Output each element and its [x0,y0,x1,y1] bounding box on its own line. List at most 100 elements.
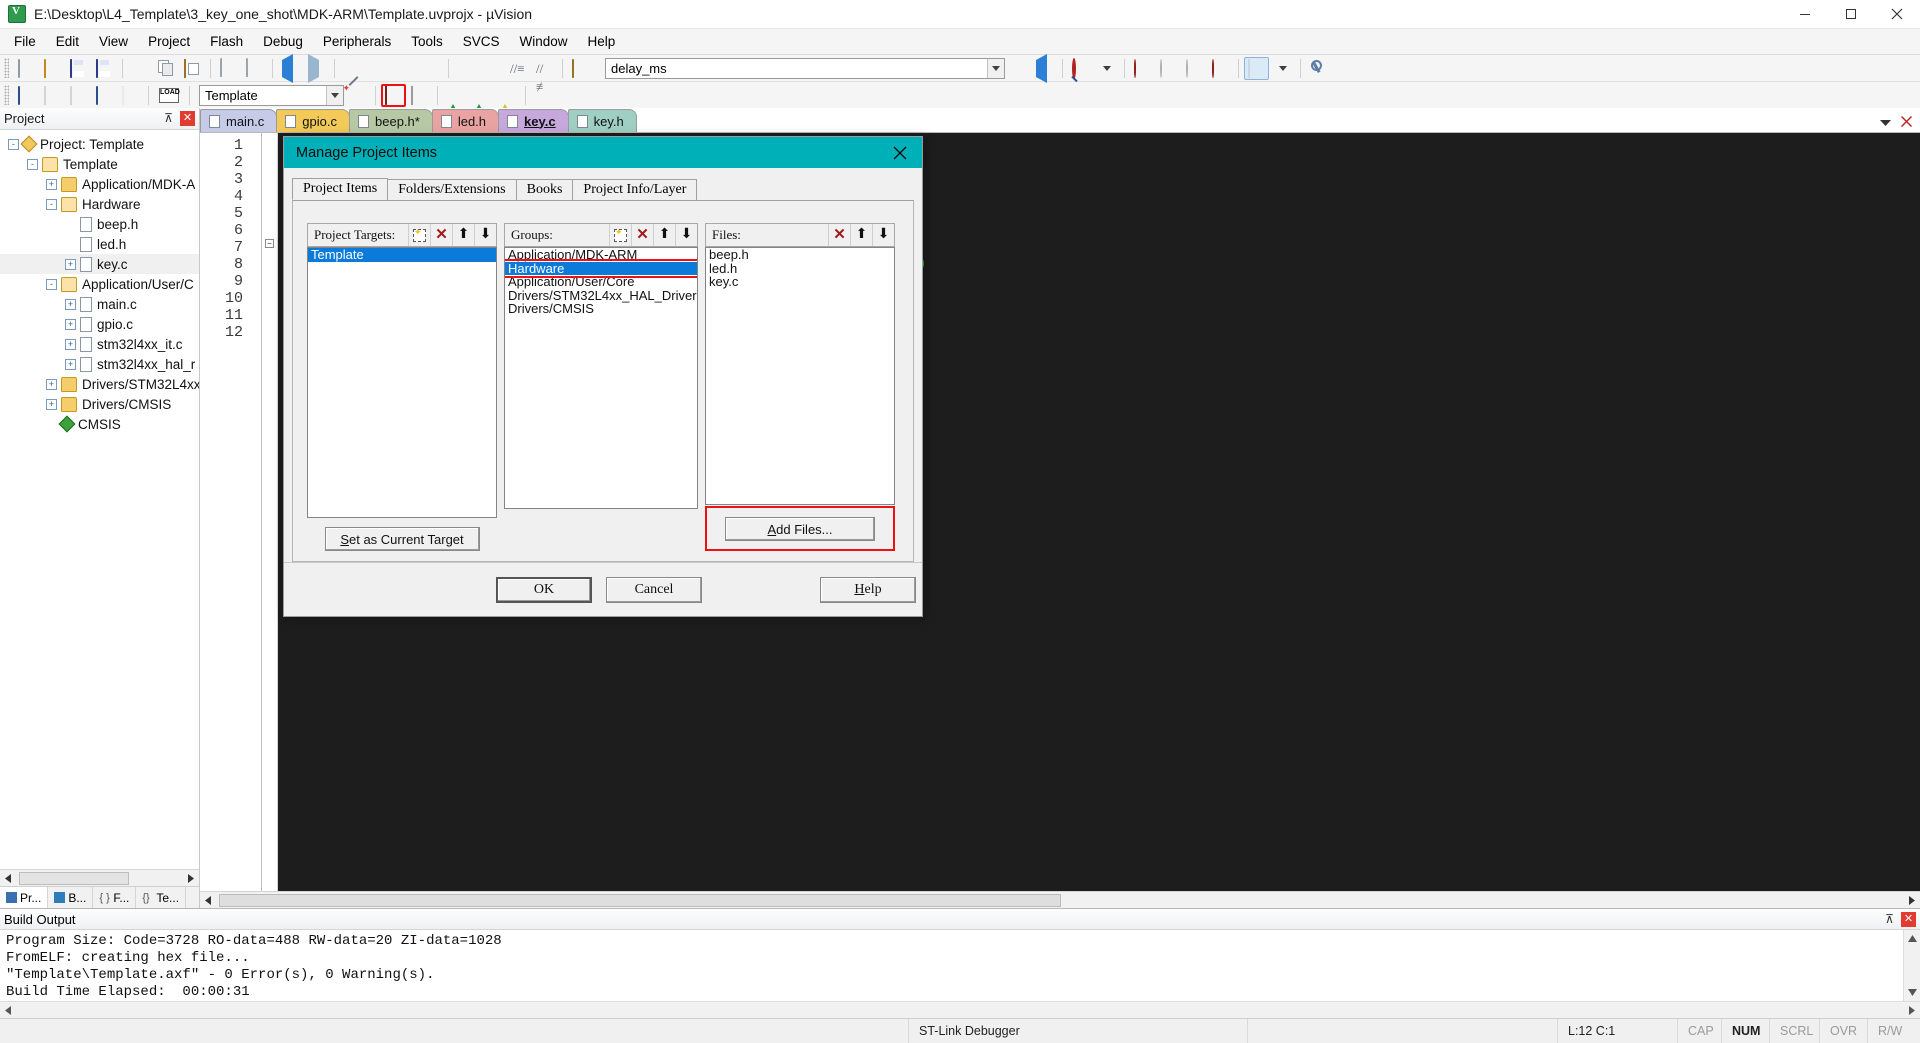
build-icon[interactable] [40,84,65,107]
configure-icon[interactable] [1006,57,1031,80]
new-item-icon[interactable] [609,224,631,246]
collapse-icon[interactable]: - [46,198,57,210]
scroll-right-icon[interactable] [1903,1002,1920,1019]
list-item[interactable]: Drivers/CMSIS [505,302,697,316]
disable-breakpoint-icon[interactable] [1182,57,1207,80]
batch-build-icon[interactable] [92,84,117,107]
editor-tab[interactable]: beep.h* [349,109,433,132]
delete-item-icon[interactable]: ✕ [430,224,452,246]
list-item[interactable]: Template [308,248,496,262]
menu-file[interactable]: File [4,31,46,52]
menu-svcs[interactable]: SVCS [453,31,510,52]
copy-icon[interactable] [154,57,179,80]
menu-window[interactable]: Window [509,31,577,52]
add-files-button[interactable]: Add Files... [725,517,875,541]
list-item[interactable]: Application/MDK-ARM [505,248,697,262]
menu-tools[interactable]: Tools [401,31,453,52]
redo-icon[interactable] [242,57,267,80]
tree-item[interactable]: + main.c [0,294,199,314]
fold-collapse-icon[interactable]: − [265,239,274,248]
uncomment-icon[interactable]: //≢ [532,57,557,93]
dialog-tab[interactable]: Books [515,179,574,200]
project-panel-tab[interactable]: B... [48,887,94,908]
tree-item[interactable]: + key.c [0,254,199,274]
editor-tab[interactable]: key.c [498,109,569,132]
tree-item[interactable]: + Drivers/CMSIS [0,394,199,414]
bookmark-prev-icon[interactable] [366,57,391,80]
tree-item[interactable]: + Application/MDK-A [0,174,199,194]
dialog-tab[interactable]: Project Info/Layer [572,179,698,200]
paste-icon[interactable] [180,57,205,80]
tree-item[interactable]: + Drivers/STM32L4xx_ [0,374,199,394]
ok-button[interactable]: OK [496,577,592,603]
find-dropdown-icon[interactable] [1094,57,1119,80]
translate-icon[interactable] [14,84,39,107]
indent-icon[interactable] [454,57,479,80]
new-item-icon[interactable] [408,224,430,246]
cancel-button[interactable]: Cancel [606,577,702,603]
save-icon[interactable] [66,57,91,80]
find-icon[interactable] [1068,57,1093,80]
tree-item[interactable]: + stm32l4xx_hal_r [0,354,199,374]
hscroll-thumb[interactable] [19,871,129,885]
close-button[interactable] [1874,0,1920,29]
new-file-icon[interactable] [14,57,39,80]
list-item[interactable]: key.c [706,275,894,289]
tree-item[interactable]: - Hardware [0,194,199,214]
expand-icon[interactable]: + [46,378,57,390]
tree-item[interactable]: - Application/User/C [0,274,199,294]
kill-breakpoints-icon[interactable] [1156,57,1181,80]
groups-list[interactable]: Application/MDK-ARM Hardware Application/U… [504,247,698,509]
close-icon[interactable] [878,137,922,168]
list-item[interactable]: led.h [706,261,894,276]
comment-icon[interactable]: //≡ [506,57,531,80]
close-icon[interactable]: ✕ [180,111,195,126]
window-layout-icon[interactable] [1244,56,1269,80]
stop-build-icon[interactable] [118,84,143,107]
expand-icon[interactable]: + [65,318,76,330]
menu-flash[interactable]: Flash [200,31,253,52]
save-all-icon[interactable] [92,57,117,80]
menu-help[interactable]: Help [578,31,626,52]
pin-icon[interactable]: ⊼ [161,111,176,126]
menu-edit[interactable]: Edit [46,31,89,52]
load-icon[interactable]: LOAD [154,84,184,107]
menu-project[interactable]: Project [138,31,200,52]
configure-tools-icon[interactable] [1306,57,1331,80]
help-button[interactable]: Help [820,577,916,603]
manage-project-items-icon[interactable] [381,83,406,107]
set-as-current-target-button[interactable]: Set as Current Target [324,527,480,551]
combo-dropdown-icon[interactable] [987,58,1004,78]
project-panel-tab[interactable]: Pr... [0,887,49,908]
move-down-icon[interactable]: ⬇ [872,224,894,246]
hscroll-thumb[interactable] [219,893,1061,907]
bookmark-toggle-icon[interactable] [340,57,365,80]
functions-icon[interactable] [469,84,494,115]
menu-debug[interactable]: Debug [253,31,313,52]
delete-item-icon[interactable]: ✕ [828,224,850,246]
toolbar-grip[interactable] [4,85,9,105]
build-output-vscrollbar[interactable] [1903,930,1920,1001]
expand-icon[interactable]: + [46,398,57,410]
move-up-icon[interactable]: ⬆ [452,224,474,246]
expand-icon[interactable]: + [65,338,76,350]
rebuild-icon[interactable] [66,84,91,107]
scroll-left-icon[interactable] [0,1002,17,1019]
collapse-icon[interactable]: - [27,158,38,170]
list-item[interactable]: beep.h [706,248,894,262]
target-select[interactable]: Template [199,84,344,106]
scroll-left-icon[interactable] [200,895,217,905]
navigate-forward-icon[interactable] [304,53,329,83]
bookmark-clear-icon[interactable] [418,57,443,80]
scroll-left-icon[interactable] [0,869,17,887]
expand-icon[interactable]: + [46,178,57,190]
cut-icon[interactable] [128,57,153,80]
editor-hscrollbar[interactable] [200,891,1920,908]
move-up-icon[interactable]: ⬆ [850,224,872,246]
download-icon[interactable] [1032,53,1057,83]
open-file-icon[interactable] [40,57,65,80]
templates-icon[interactable] [495,84,520,115]
bookmark-next-icon[interactable] [392,57,417,80]
close-icon[interactable]: ✕ [1901,911,1916,927]
delete-item-icon[interactable]: ✕ [631,224,653,246]
